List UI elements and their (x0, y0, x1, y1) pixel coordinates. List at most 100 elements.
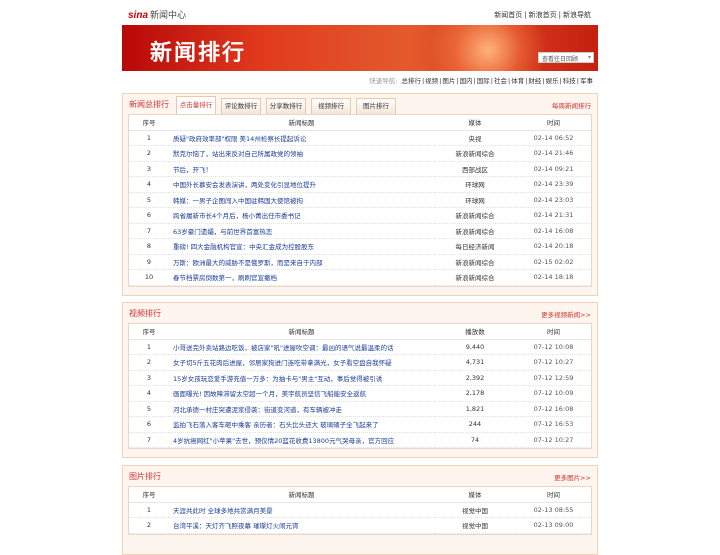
rank-cell: 7 (129, 223, 169, 239)
headline-link[interactable]: 15岁女孩玩恋爱手游充值一万多：为抽卡与"男主"互动，事后觉得被引诱 (169, 370, 434, 386)
rank-cell: 1 (129, 339, 169, 355)
rank-cell: 10 (129, 269, 169, 286)
banner-flare (418, 25, 558, 71)
source-cell: 视觉中国 (434, 502, 516, 518)
nav-item[interactable]: 社会 (494, 77, 507, 85)
source-cell: 每日经济新闻 (434, 238, 516, 255)
rank-cell: 3 (129, 161, 169, 177)
history-select[interactable]: 查看往日回顾 ▾ (538, 52, 594, 63)
table-row: 3 节后，开飞！ 西部战区 02-14 09:21 (129, 161, 591, 177)
news-ranking-panel: 新闻总排行 点击量排行 评论数排行 分享数排行 视频排行 图片排行 每周新闻排行… (122, 93, 598, 296)
quick-nav-label: 快速导航: (369, 77, 398, 85)
more-photo-link[interactable]: 更多图片>> (554, 472, 591, 482)
news-ranking-title: 新闻总排行 (129, 100, 169, 109)
source-cell: 2,392 (434, 370, 516, 386)
time-cell: 02-14 18:18 (516, 269, 591, 286)
tab-photo[interactable]: 图片排行 (356, 98, 396, 114)
headline-link[interactable]: 节后，开飞！ (169, 161, 434, 177)
rank-cell: 6 (129, 207, 169, 224)
sina-logo[interactable]: sina 新闻中心 (128, 8, 186, 21)
col-header: 新闻标题 (169, 324, 434, 340)
time-cell: 07-12 16:08 (516, 401, 591, 417)
table-row: 2 台湾平溪：天灯齐飞照夜幕 璀璨灯火闹元宵 视觉中国 02-13 09:00 (129, 517, 591, 534)
table-row: 6 监拍飞石落入客车砸中乘客 亲历者：石头比头还大 玻璃碴子全飞起来了 244 07-… (129, 416, 591, 433)
ranking-tabs: 点击量排行 评论数排行 分享数排行 视频排行 图片排行 (176, 96, 401, 114)
link-news-home[interactable]: 新闻首页 (494, 11, 522, 19)
rank-cell: 2 (129, 517, 169, 534)
table-row: 10 春节档票房倒数第一，刷刷官宣撤档 新浪新闻综合 02-14 18:18 (129, 269, 591, 286)
table-row: 1 小哥送完外卖站路边吃饭，被店家"吼"进屋吹空调：最凶的语气说最温柔的话 9,44… (129, 339, 591, 355)
time-cell: 02-14 23:39 (516, 176, 591, 193)
headline-link[interactable]: 天涯共此时 全球多地共赏满月美景 (169, 502, 434, 518)
news-table-wrap: 序号 新闻标题 媒体 时间 1 质疑"政府效率部"权限 美14州检察长提起诉讼 央视 02-… (128, 114, 592, 287)
nav-item[interactable]: 国内 (460, 77, 473, 85)
nav-item[interactable]: 总排行 (401, 77, 421, 85)
headline-link[interactable]: 默克尔恼了，站出来反对自己所属政党的领袖 (169, 145, 434, 162)
nav-item[interactable]: 军事 (580, 77, 593, 85)
top-links: 新闻首页 | 新浪首页 | 新浪导航 (494, 11, 591, 19)
headline-link[interactable]: 质疑"政府效率部"权限 美14州检察长提起诉讼 (169, 130, 434, 146)
nav-item[interactable]: 娱乐 (546, 77, 559, 85)
rank-cell: 6 (129, 416, 169, 433)
tab-comments[interactable]: 评论数排行 (221, 98, 261, 114)
link-sina-nav[interactable]: 新浪导航 (563, 11, 591, 19)
link-sina-home[interactable]: 新浪首页 (529, 11, 557, 19)
headline-link[interactable]: 63岁豪门遗孀，与前世界首富热恋 (169, 223, 434, 239)
banner: 新闻排行 查看往日回顾 ▾ (122, 25, 598, 71)
source-cell: 新浪新闻综合 (434, 254, 516, 270)
table-row: 7 63岁豪门遗孀，与前世界首富热恋 新浪新闻综合 02-14 16:08 (129, 223, 591, 239)
col-header: 媒体 (434, 487, 516, 503)
headline-link[interactable]: 监拍飞石落入客车砸中乘客 亲历者：石头比头还大 玻璃碴子全飞起来了 (169, 416, 434, 433)
source-cell: 244 (434, 416, 516, 433)
rank-cell: 2 (129, 145, 169, 162)
time-cell: 07-12 10:09 (516, 385, 591, 402)
headline-link[interactable]: 4岁抗癌网红"小苹果"去世，预仅情20篮花收费13800元气哭母亲，官方回应 (169, 432, 434, 448)
photo-ranking-panel: 图片排行 更多图片>> 序号 新闻标题 媒体 时间 1 天涯共此时 全球多地共赏满月美景… (122, 465, 598, 555)
time-cell: 07-12 10:27 (516, 432, 591, 448)
nav-item[interactable]: 体育 (511, 77, 524, 85)
headline-link[interactable]: 万斯：欧洲最大的威胁不是俄罗斯，而是来自于内部 (169, 254, 434, 270)
headline-link[interactable]: 台湾平溪：天灯齐飞照夜幕 璀璨灯火闹元宵 (169, 517, 434, 534)
source-cell: 环球网 (434, 176, 516, 193)
col-header: 播放数 (434, 324, 516, 340)
rank-cell: 8 (129, 238, 169, 255)
video-table: 序号 新闻标题 播放数 时间 1 小哥送完外卖站路边吃饭，被店家"吼"进屋吹空调：最凶的… (129, 324, 591, 448)
tab-video[interactable]: 视频排行 (311, 98, 351, 114)
source-cell: 9,440 (434, 339, 516, 355)
page-title: 新闻排行 (150, 41, 247, 66)
headline-link[interactable]: 韩媒：一男子企图闯入中国驻韩国大使馆被拘 (169, 192, 434, 208)
time-cell: 02-14 23:03 (516, 192, 591, 208)
nav-item[interactable]: 财经 (528, 77, 541, 85)
source-cell: 新浪新闻综合 (434, 269, 516, 286)
time-cell: 02-14 06:52 (516, 130, 591, 146)
nav-item[interactable]: 视频 (425, 77, 438, 85)
headline-link[interactable]: 中国外长慕安会发表演讲，两处变化引显地位提升 (169, 176, 434, 193)
headline-link[interactable]: 河北承德一村庄突遭泥浆侵袭：街道变河道，有车辆被冲走 (169, 401, 434, 417)
weekly-ranking-link[interactable]: 每周新闻排行 (552, 100, 591, 110)
headline-link[interactable]: 重磅! 四大金融机构官宣：中央汇金成为控股股东 (169, 238, 434, 255)
col-header: 时间 (516, 115, 591, 131)
tab-clicks[interactable]: 点击量排行 (176, 96, 216, 114)
col-header: 序号 (129, 324, 169, 340)
headline-link[interactable]: 小哥送完外卖站路边吃饭，被店家"吼"进屋吹空调：最凶的语气说最温柔的话 (169, 339, 434, 355)
table-row: 4 画面曝光! 因故障滞留太空超一个月，美宇航员坚信飞船能安全返航 2,178 07-… (129, 385, 591, 402)
time-cell: 02-14 21:31 (516, 207, 591, 224)
headline-link[interactable]: 画面曝光! 因故障滞留太空超一个月，美宇航员坚信飞船能安全返航 (169, 385, 434, 402)
headline-link[interactable]: 春节档票房倒数第一，刷刷官宣撤档 (169, 269, 434, 286)
headline-link[interactable]: 跨省履新市长4个月后，杨小菁出任市委书记 (169, 207, 434, 224)
rank-cell: 1 (129, 502, 169, 518)
nav-item[interactable]: 科技 (563, 77, 576, 85)
table-row: 5 河北承德一村庄突遭泥浆侵袭：街道变河道，有车辆被冲走 1,821 07-12 16… (129, 401, 591, 417)
photo-ranking-title: 图片排行 (129, 472, 161, 481)
more-video-link[interactable]: 更多视频新闻>> (541, 309, 591, 319)
rank-cell: 4 (129, 385, 169, 402)
table-row: 4 中国外长慕安会发表演讲，两处变化引显地位提升 环球网 02-14 23:39 (129, 176, 591, 193)
photo-table-wrap: 序号 新闻标题 媒体 时间 1 天涯共此时 全球多地共赏满月美景 视觉中国 02-13 08… (128, 486, 592, 535)
nav-item[interactable]: 图片 (442, 77, 455, 85)
headline-link[interactable]: 女子切5斤五花肉后进屋，邻居家狗进门连吃带拿满光，女子看空盘自我怀疑 (169, 354, 434, 371)
rank-cell: 3 (129, 370, 169, 386)
tab-shares[interactable]: 分享数排行 (266, 98, 306, 114)
video-ranking-panel: 视频排行 更多视频新闻>> 序号 新闻标题 播放数 时间 1 小哥送完外卖站路边吃饭，被… (122, 302, 598, 458)
nav-item[interactable]: 国际 (477, 77, 490, 85)
source-cell: 西部战区 (434, 161, 516, 177)
